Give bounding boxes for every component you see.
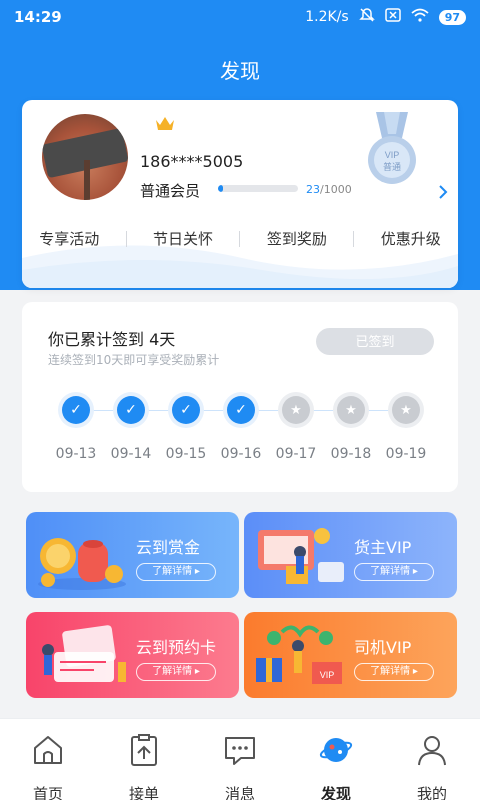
tile-shipper-vip[interactable]: 货主VIP 了解详情 ▸ [244,512,457,598]
status-time: 14:29 [14,8,62,26]
star-icon: ★ [337,396,365,424]
member-progress-fill [218,185,223,192]
medal-text: VIP [385,150,400,160]
learn-more-button[interactable]: 了解详情 ▸ [136,563,216,581]
tile-title: 司机VIP [354,638,412,657]
star-icon: ★ [282,396,310,424]
tile-cloud-booking-card[interactable]: 云到预约卡 了解详情 ▸ [26,612,239,698]
nav-label: 发现 [320,785,351,800]
signin-day: ✓ 09-13 [48,396,104,462]
check-icon: ✓ [62,396,90,424]
signin-day: ✓ 09-16 [213,396,269,462]
nav-label: 消息 [224,785,255,800]
signin-day-date: 09-18 [330,446,372,462]
menu-divider [353,230,355,247]
star-icon: ★ [392,396,420,424]
member-level: 普通会员 [140,182,201,200]
signin-days: ✓ 09-13 ✓ 09-14 ✓ 09-15 ✓ 09-16 ★ 09-17 ★ 09-18 ★ 09-… [48,396,433,476]
tile-title: 货主VIP [354,538,412,557]
signin-day-date: 09-15 [165,446,207,462]
check-icon: ✓ [227,396,255,424]
driver-gift-illustration-icon: VIP [256,625,342,684]
signin-day: ★ 09-17 [268,396,324,462]
chevron-right-icon[interactable] [438,184,448,205]
nav-item-orders[interactable]: 接单 [96,719,192,800]
coins-bag-icon [38,538,126,590]
tile-title: 云到预约卡 [136,638,217,657]
message-icon [225,737,255,765]
user-phone: 186****5005 [140,152,244,171]
booking-card-illustration-icon [42,625,126,682]
sim-off-icon [384,8,401,26]
signin-day: ★ 09-19 [378,396,434,462]
nav-item-home[interactable]: 首页 [0,719,96,800]
progress-current: 23 [306,183,320,196]
signin-button[interactable]: 已签到 [316,328,434,355]
check-icon: ✓ [172,396,200,424]
signin-day-date: 09-17 [275,446,317,462]
learn-more-button[interactable]: 了解详情 ▸ [354,563,434,581]
tile-title: 云到赏金 [136,538,201,557]
menu-discount-upgrade[interactable]: 优惠升级 [373,228,449,249]
nav-item-mine[interactable]: 我的 [384,719,480,800]
check-icon: ✓ [117,396,145,424]
vip-medal-icon: VIP 普通 [368,112,416,184]
profile-icon [418,736,446,766]
network-speed: 1.2K/s [305,9,349,25]
signin-card: 你已累计签到 4天 连续签到10天即可享受奖励累计 已签到 ✓ 09-13 ✓ 09-… [22,302,458,492]
signin-day-date: 09-13 [55,446,97,462]
member-progress-text: 23/1000 [306,183,352,196]
tile-cloud-bounty[interactable]: 云到赏金 了解详情 ▸ [26,512,239,598]
nav-item-messages[interactable]: 消息 [192,719,288,800]
signin-day: ✓ 09-14 [103,396,159,462]
menu-exclusive-activities[interactable]: 专享活动 [31,228,107,249]
status-right: 1.2K/s 97 [305,7,466,27]
signin-day: ✓ 09-15 [158,396,214,462]
signin-day: ★ 09-18 [323,396,379,462]
crown-icon [156,117,174,130]
signin-day-date: 09-14 [110,446,152,462]
shipper-illustration-icon [258,528,344,584]
learn-more-button[interactable]: 了解详情 ▸ [354,663,434,681]
member-progress-bar [218,185,298,192]
page-title: 发现 [220,59,260,83]
menu-holiday-care[interactable]: 节日关怀 [145,228,221,249]
nav-label: 首页 [32,785,63,800]
medal-sub: 普通 [383,161,401,173]
mute-icon [358,7,375,27]
battery-icon: 97 [438,9,466,25]
bottom-nav: 首页 接单 消息 发现 我的 [0,718,480,800]
nav-item-discover[interactable]: 发现 [288,719,384,800]
avatar[interactable] [42,114,128,200]
menu-divider [239,230,241,247]
home-icon [34,736,62,764]
profile-card[interactable]: 186****5005 普通会员 23/1000 VIP 普通 专享活动 节日关… [22,100,458,288]
signin-subtitle: 连续签到10天即可享受奖励累计 [48,353,220,367]
nav-label: 我的 [416,785,447,800]
nav-label: 接单 [128,785,159,800]
card-menu: 专享活动 节日关怀 签到奖励 优惠升级 [22,228,458,249]
wifi-icon [411,8,429,26]
signin-day-date: 09-16 [220,446,262,462]
status-bar: 14:29 1.2K/s 97 [0,0,480,34]
tile-driver-vip[interactable]: VIP 司机VIP 了解详情 ▸ [244,612,457,698]
signin-title: 你已累计签到 4天 [48,330,176,349]
gift-vip-text: VIP [320,670,335,680]
menu-divider [125,230,127,247]
menu-signin-rewards[interactable]: 签到奖励 [259,228,335,249]
discover-icon [319,738,353,762]
learn-more-button[interactable]: 了解详情 ▸ [136,663,216,681]
progress-total: /1000 [320,183,352,196]
avatar-post-shape [84,160,90,200]
order-icon [131,734,157,766]
signin-day-date: 09-19 [385,446,427,462]
